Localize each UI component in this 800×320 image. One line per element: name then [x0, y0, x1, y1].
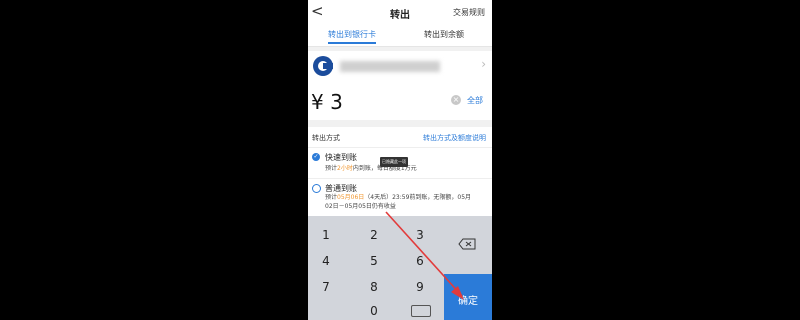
bank-card-info-blurred — [340, 61, 440, 72]
nav-bar: < 转出 交易规则 — [308, 0, 492, 24]
key-6[interactable]: 6 — [398, 254, 442, 268]
amount-input[interactable]: ¥ 3 — [311, 90, 343, 114]
key-1[interactable]: 1 — [308, 228, 348, 242]
bank-card-row[interactable]: › — [308, 51, 492, 85]
option-title: 快速到账 — [325, 153, 357, 162]
method-info-link[interactable]: 转出方式及额度说明 — [423, 133, 486, 143]
clear-icon[interactable]: × — [451, 95, 461, 105]
tooltip: 已隐藏此一项 — [380, 157, 408, 167]
all-amount-link[interactable]: 全部 — [467, 95, 483, 106]
option-normal[interactable]: 普通到账 预计05月06日（4天后）23:59前到账，无限额，05月 02日－0… — [308, 179, 492, 215]
tab-bar: 转出到银行卡 转出到余额 — [308, 24, 492, 47]
amount-row: ¥ 3 × 全部 — [308, 84, 492, 120]
active-tab-indicator — [328, 42, 376, 44]
option-description-line2: 02日－05月05日仍有收益 — [325, 203, 396, 210]
tab-to-balance[interactable]: 转出到余额 — [424, 29, 464, 40]
divider — [308, 120, 492, 127]
key-3[interactable]: 3 — [398, 228, 442, 242]
keyboard-hide-icon[interactable] — [411, 305, 431, 317]
key-0[interactable]: 0 — [352, 304, 396, 318]
confirm-button[interactable]: 确定 — [444, 274, 492, 320]
radio-unchecked-icon[interactable] — [312, 184, 321, 193]
numeric-keypad: 1 2 3 4 5 6 7 8 9 0 确定 — [308, 216, 492, 320]
rules-link[interactable]: 交易规则 — [453, 7, 485, 18]
bank-logo-icon — [313, 56, 333, 76]
key-7[interactable]: 7 — [308, 280, 348, 294]
chevron-right-icon: › — [481, 57, 486, 71]
key-9[interactable]: 9 — [398, 280, 442, 294]
radio-checked-icon[interactable]: ✓ — [312, 153, 320, 161]
method-label: 转出方式 — [312, 134, 340, 142]
phone-screen: < 转出 交易规则 转出到银行卡 转出到余额 › ¥ 3 × 全部 转出方式 转… — [308, 0, 492, 320]
key-4[interactable]: 4 — [308, 254, 348, 268]
key-2[interactable]: 2 — [352, 228, 396, 242]
key-8[interactable]: 8 — [352, 280, 396, 294]
backspace-icon[interactable] — [458, 238, 476, 250]
key-5[interactable]: 5 — [352, 254, 396, 268]
method-header: 转出方式 转出方式及额度说明 — [308, 127, 492, 148]
tab-to-bank-card[interactable]: 转出到银行卡 — [328, 29, 376, 40]
